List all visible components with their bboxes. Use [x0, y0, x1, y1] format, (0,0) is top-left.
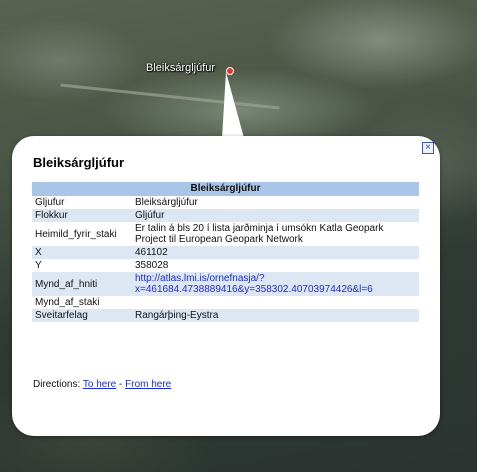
row-value: Er talin á bls 20 í lista jarðminja í um…: [135, 223, 384, 245]
table-row: Sveitarfelag Rangárþing-Eystra: [32, 309, 419, 322]
row-value: 358028: [135, 260, 169, 271]
row-key: Mynd_af_staki: [35, 297, 100, 308]
table-row: Mynd_af_staki: [32, 296, 419, 309]
popup-title: Bleiksárgljúfur: [33, 155, 125, 170]
row-value: http://atlas.lmi.is/ornefnasja/? x=461684…: [132, 272, 419, 296]
row-value: [132, 296, 419, 309]
table-row: X 461102: [32, 246, 419, 259]
attribute-table: Bleiksárgljúfur Gljufur Bleiksárgljúfur …: [32, 182, 419, 322]
table-row: Gljufur Bleiksárgljúfur: [32, 196, 419, 209]
row-key: Heimild_fyrir_staki: [35, 228, 117, 240]
row-value: Bleiksárgljúfur: [135, 197, 198, 208]
to-here-link[interactable]: To here: [83, 379, 116, 390]
row-key: Gljufur: [35, 197, 65, 208]
row-key: Sveitarfelag: [32, 309, 132, 322]
directions-separator: -: [119, 379, 123, 390]
row-value: 461102: [132, 246, 419, 259]
table-row: Flokkur Gljúfur: [32, 209, 419, 222]
directions: Directions: To here - From here: [33, 379, 171, 390]
table-header-row: Bleiksárgljúfur: [32, 182, 419, 196]
row-key: X: [32, 246, 132, 259]
row-value: Gljúfur: [132, 209, 419, 222]
table-row: Heimild_fyrir_staki Er talin á bls 20 í …: [32, 222, 419, 246]
row-key: Flokkur: [32, 209, 132, 222]
from-here-link[interactable]: From here: [125, 379, 171, 390]
atlas-link-line2: x=461684.4738889416&y=358302.40703974426…: [135, 284, 373, 295]
row-key: Mynd_af_hniti: [32, 272, 132, 296]
close-icon[interactable]: ×: [422, 142, 434, 154]
atlas-link-line1: http://atlas.lmi.is/ornefnasja/?: [135, 273, 265, 284]
table-row: Y 358028: [32, 259, 419, 272]
table-header: Bleiksárgljúfur: [32, 182, 419, 196]
directions-label: Directions:: [33, 379, 81, 390]
atlas-link[interactable]: http://atlas.lmi.is/ornefnasja/? x=461684…: [135, 273, 373, 295]
row-value: Rangárþing-Eystra: [132, 309, 419, 322]
table-row: Mynd_af_hniti http://atlas.lmi.is/ornefn…: [32, 272, 419, 296]
row-key: Y: [35, 260, 42, 271]
